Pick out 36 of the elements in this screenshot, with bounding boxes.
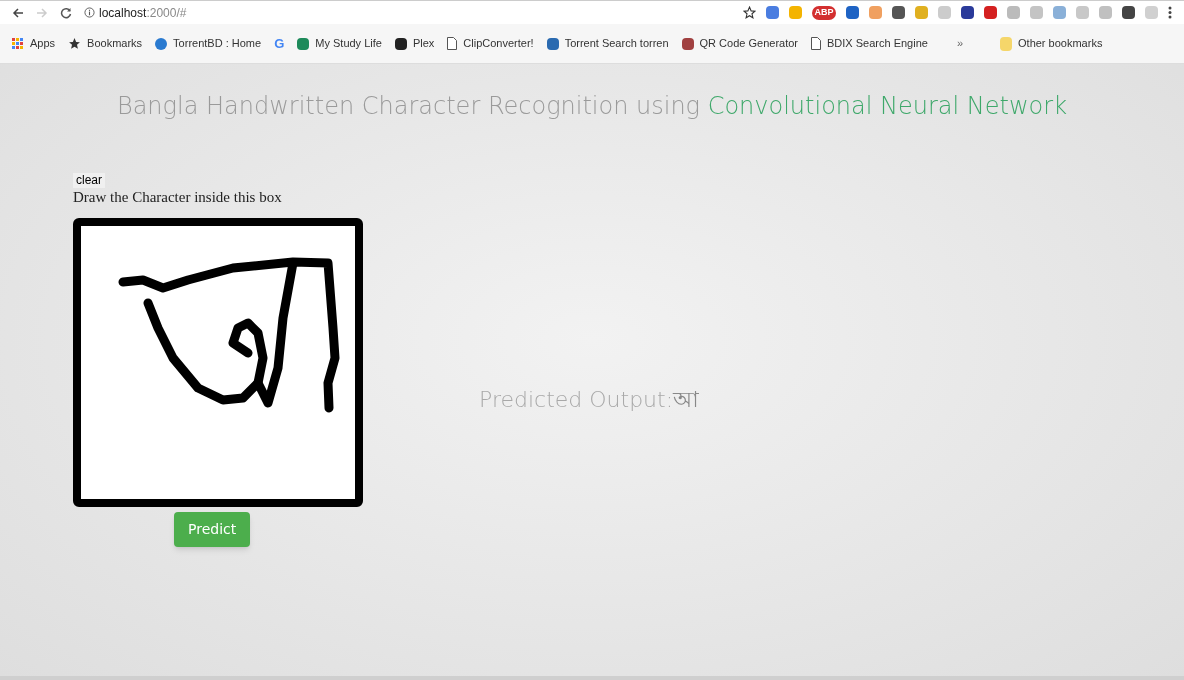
extension-icon[interactable] bbox=[1122, 6, 1135, 19]
page-icon bbox=[811, 37, 821, 50]
drawing-canvas[interactable] bbox=[73, 218, 363, 507]
folder-icon bbox=[1000, 36, 1012, 51]
bookmark-link[interactable]: BDIX Search Engine bbox=[811, 35, 928, 52]
address-bar[interactable]: localhost:2000/# bbox=[84, 2, 731, 23]
reload-icon[interactable] bbox=[60, 6, 72, 19]
instruction-text: Draw the Character inside this box bbox=[73, 188, 282, 206]
bookmark-link[interactable]: Plex bbox=[394, 35, 435, 52]
output-character: আ bbox=[673, 386, 700, 414]
bookmark-link[interactable]: Other bookmarks bbox=[1000, 35, 1103, 52]
back-arrow-icon[interactable] bbox=[12, 6, 24, 19]
info-icon bbox=[84, 7, 95, 18]
bookmark-link[interactable]: Torrent Search torren bbox=[546, 35, 669, 52]
extension-icon[interactable]: ABP bbox=[812, 5, 836, 20]
menu-icon[interactable] bbox=[1168, 6, 1172, 19]
extension-icon[interactable] bbox=[961, 6, 974, 19]
page-title: Bangla Handwritten Character Recognition using Convolutional Neural Network bbox=[116, 91, 1068, 122]
clear-button[interactable]: clear bbox=[73, 173, 105, 188]
apps-grid-icon bbox=[12, 37, 24, 50]
bookmark-link[interactable]: ClipConverter! bbox=[447, 35, 534, 52]
bookmark-link[interactable]: Apps bbox=[12, 35, 56, 52]
bookmark-link[interactable]: QR Code Generator bbox=[681, 35, 798, 52]
extension-icon[interactable] bbox=[846, 6, 859, 19]
bookmark-link[interactable]: Bookmarks bbox=[68, 35, 143, 52]
star-icon bbox=[68, 37, 82, 50]
more-bookmarks-button[interactable]: » bbox=[956, 35, 963, 52]
bookmark-link[interactable]: My Study Life bbox=[297, 35, 382, 52]
bookmark-star-icon[interactable] bbox=[743, 6, 756, 19]
extension-icon[interactable] bbox=[984, 6, 997, 19]
page-icon bbox=[447, 37, 458, 50]
output-label: Predicted Output: bbox=[479, 386, 674, 414]
extension-icon[interactable] bbox=[766, 6, 779, 19]
extension-icon[interactable] bbox=[892, 6, 905, 19]
url-text: localhost:2000/# bbox=[99, 4, 187, 22]
bookmark-link[interactable]: TorrentBD : Home bbox=[155, 35, 262, 52]
